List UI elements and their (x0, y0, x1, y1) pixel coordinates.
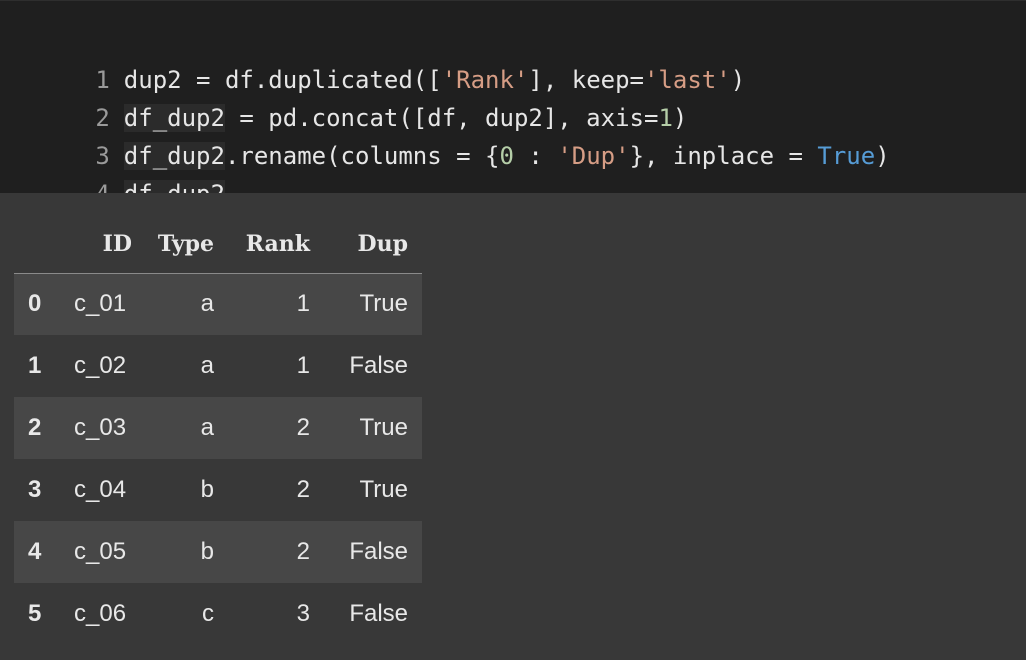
table-row: 4 c_05 b 2 False (14, 521, 422, 583)
output-area: ID Type Rank Dup 0 c_01 a 1 True 1 c_02 … (0, 193, 1026, 660)
column-header-id: ID (62, 215, 132, 274)
cell-id: c_02 (74, 352, 127, 379)
row-index: 2 (28, 414, 42, 441)
row-index: 1 (28, 352, 42, 379)
cell-type: c (202, 600, 214, 627)
column-header-rank: Rank (228, 215, 324, 274)
table-header-row: ID Type Rank Dup (14, 215, 422, 274)
cell-dup: True (359, 476, 408, 503)
index-header (14, 215, 62, 274)
cell-id: c_04 (74, 476, 127, 503)
cell-type: a (200, 352, 214, 379)
cell-rank: 2 (296, 476, 310, 503)
column-header-dup: Dup (324, 215, 422, 274)
code-line-4[interactable]: 4df_dup2 (0, 137, 225, 208)
cell-id: c_06 (74, 600, 127, 627)
table-row: 2 c_03 a 2 True (14, 397, 422, 459)
cell-rank: 2 (296, 538, 310, 565)
row-index: 4 (28, 538, 42, 565)
table-row: 3 c_04 b 2 True (14, 459, 422, 521)
cell-rank: 1 (296, 290, 310, 318)
column-header-type: Type (132, 215, 228, 274)
cell-type: a (200, 414, 214, 441)
cell-rank: 2 (296, 414, 310, 441)
code-line-3[interactable]: 3 df_dup2.rename(columns = {0 : 'Dup'}, i… (0, 99, 890, 170)
table-row: 5 c_06 c 3 False (14, 583, 422, 645)
dataframe-table: ID Type Rank Dup 0 c_01 a 1 True 1 c_02 … (14, 215, 422, 645)
cell-type: b (200, 538, 214, 565)
code-line-1[interactable]: 1 dup2 = df.duplicated(['Rank'], keep='la… (0, 23, 745, 94)
cell-rank: 1 (296, 352, 310, 379)
code-text: df_dup2.rename(columns = {0 : 'Dup'}, in… (123, 142, 890, 170)
cell-dup: False (349, 538, 408, 565)
cell-rank: 3 (296, 600, 310, 627)
table-row: 0 c_01 a 1 True (14, 273, 422, 335)
cell-id: c_03 (74, 414, 127, 441)
cell-dup: False (349, 352, 408, 379)
cell-type: b (200, 476, 214, 503)
cell-dup: True (359, 414, 408, 441)
cell-id: c_05 (74, 538, 127, 565)
row-index: 0 (28, 290, 42, 318)
cell-id: c_01 (74, 290, 127, 318)
cell-type: a (200, 290, 214, 318)
table-row: 1 c_02 a 1 False (14, 335, 422, 397)
cell-dup: True (359, 290, 408, 318)
cell-dup: False (349, 600, 408, 627)
row-index: 5 (28, 600, 42, 627)
code-line-2[interactable]: 2 df_dup2 = pd.concat([df, dup2], axis=1) (0, 61, 687, 132)
row-index: 3 (28, 476, 42, 503)
code-cell[interactable]: 1 dup2 = df.duplicated(['Rank'], keep='la… (0, 0, 1026, 208)
